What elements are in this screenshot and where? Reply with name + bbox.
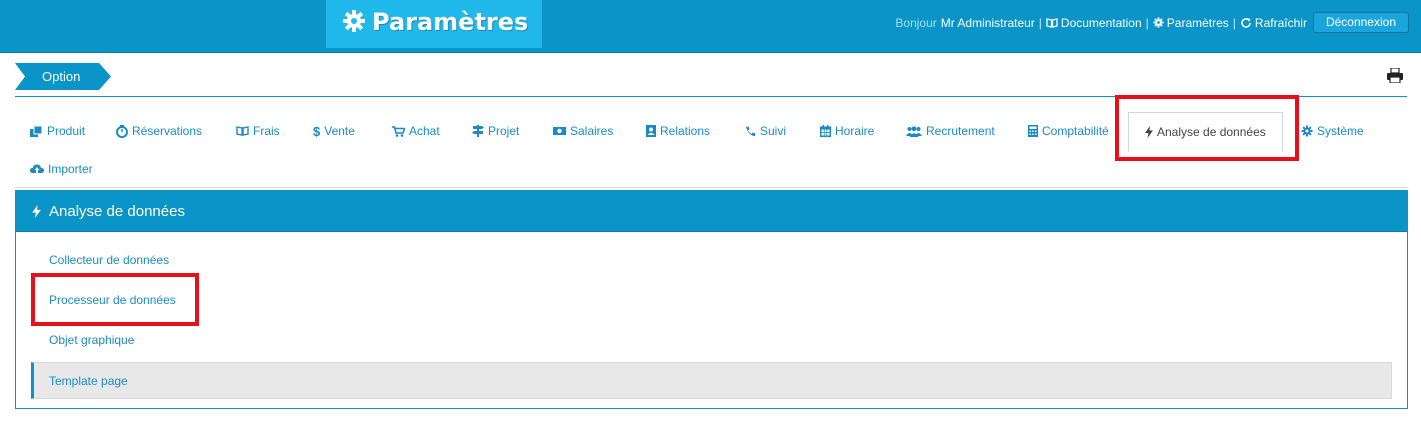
tab-label: Achat <box>409 124 440 138</box>
refresh-link[interactable]: Rafraîchir <box>1240 16 1307 30</box>
dollar-icon: $ <box>313 123 321 139</box>
cloud-upload-icon <box>30 164 44 174</box>
tab-label: Suivi <box>760 124 787 138</box>
separator: | <box>1145 15 1149 30</box>
option-ribbon[interactable]: Option <box>15 63 111 90</box>
tab-achat[interactable]: Achat <box>392 112 440 150</box>
separator: | <box>1038 15 1042 30</box>
tab-frais[interactable]: Frais <box>236 112 280 150</box>
tab-suivi[interactable]: Suivi <box>745 112 786 150</box>
settings-tabs: Produit Réservations Frais $ Vente Achat… <box>15 112 1407 188</box>
panel-title: Analyse de données <box>49 202 185 220</box>
tab-reservations[interactable]: Réservations <box>116 112 202 150</box>
money-icon <box>553 127 566 135</box>
address-book-icon <box>646 125 656 137</box>
tab-projet[interactable]: Projet <box>472 112 519 150</box>
settings-label: Paramètres <box>1166 15 1229 30</box>
tab-recrutement[interactable]: Recrutement <box>906 112 995 150</box>
tab-label: Comptabilité <box>1042 124 1109 138</box>
refresh-label: Rafraîchir <box>1254 15 1307 30</box>
list-item-selected[interactable]: Template page <box>31 362 1392 399</box>
greeting: Bonjour <box>895 15 937 30</box>
link-processeur-de-donnees[interactable]: Processeur de données <box>49 293 176 307</box>
signpost-icon <box>472 125 484 137</box>
link-template-page[interactable]: Template page <box>49 374 128 388</box>
tab-comptabilite[interactable]: Comptabilité <box>1028 112 1109 150</box>
gear-icon <box>1153 17 1164 28</box>
bolt-icon <box>32 204 41 218</box>
cart-icon <box>392 125 405 137</box>
phone-icon <box>746 126 756 136</box>
tab-salaires[interactable]: Salaires <box>553 112 613 150</box>
logout-button[interactable]: Déconnexion <box>1312 12 1409 33</box>
gear-icon <box>343 10 365 32</box>
tab-label: Produit <box>47 124 86 138</box>
tab-produit[interactable]: Produit <box>30 112 85 150</box>
panel-header: Analyse de données <box>16 191 1407 232</box>
calendar-icon <box>820 125 831 137</box>
tab-label: Importer <box>48 162 93 176</box>
tab-horaire[interactable]: Horaire <box>820 112 874 150</box>
user-name[interactable]: Mr Administrateur <box>941 16 1035 30</box>
tab-label: Réservations <box>132 124 203 138</box>
link-collecteur-de-donnees[interactable]: Collecteur de données <box>49 253 169 267</box>
print-icon[interactable] <box>1387 68 1403 83</box>
tab-analyse-de-donnees[interactable]: Analyse de données <box>1128 112 1283 152</box>
calculator-icon <box>1028 125 1038 137</box>
tab-label: Salaires <box>570 124 614 138</box>
tab-label: Analyse de données <box>1157 125 1266 139</box>
app-title: Paramètres <box>326 0 542 48</box>
cubes-icon <box>30 125 43 137</box>
tab-label: Système <box>1317 124 1364 138</box>
option-row: Option <box>15 63 1407 97</box>
tab-systeme[interactable]: Système <box>1301 112 1364 150</box>
gear-icon <box>1301 125 1313 137</box>
tab-label: Projet <box>488 124 520 138</box>
tab-importer[interactable]: Importer <box>30 150 93 188</box>
tab-label: Vente <box>324 124 355 138</box>
separator: | <box>1232 15 1236 30</box>
top-nav: Bonjour Mr Administrateur | Documentatio… <box>895 0 1421 45</box>
settings-link[interactable]: Paramètres <box>1153 16 1229 30</box>
documentation-link[interactable]: Documentation <box>1046 16 1142 30</box>
open-book-icon <box>236 126 249 136</box>
bolt-icon <box>1145 126 1153 138</box>
tab-label: Frais <box>253 124 280 138</box>
refresh-icon <box>1241 17 1251 28</box>
tab-label: Relations <box>660 124 711 138</box>
app-title-text: Paramètres <box>372 8 529 36</box>
tab-label: Horaire <box>835 124 875 138</box>
tab-label: Recrutement <box>926 124 995 138</box>
data-analysis-panel: Analyse de données Collecteur de données… <box>15 190 1408 409</box>
link-objet-graphique[interactable]: Objet graphique <box>49 333 134 347</box>
top-bar: Paramètres Bonjour Mr Administrateur | D… <box>0 0 1421 53</box>
timer-icon <box>116 124 128 138</box>
documentation-label: Documentation <box>1060 15 1142 30</box>
users-icon <box>906 125 922 137</box>
book-icon <box>1046 17 1058 28</box>
tab-vente[interactable]: $ Vente <box>313 112 355 150</box>
tab-relations[interactable]: Relations <box>645 112 710 150</box>
